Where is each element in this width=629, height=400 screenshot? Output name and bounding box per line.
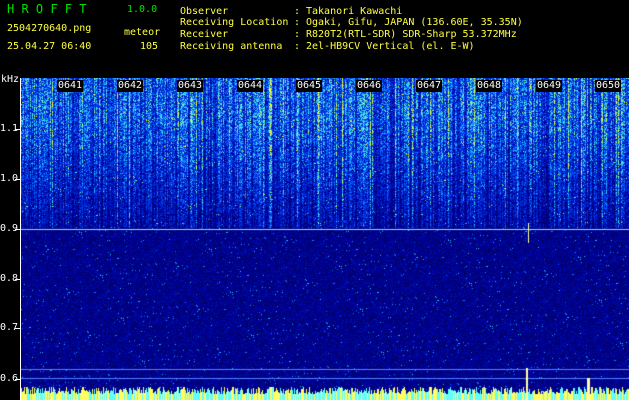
app-version: 1.0.0	[127, 4, 158, 15]
detection-label: meteor	[124, 27, 161, 38]
spectrogram-plot	[21, 78, 629, 400]
app-name: H R O F F T	[7, 2, 87, 16]
x-tick-label: 0650	[595, 80, 622, 92]
x-tick-label: 0647	[416, 80, 443, 92]
x-tick-label: 0648	[476, 80, 503, 92]
info-value: 2el-HB9CV Vertical (el. E-W)	[306, 41, 475, 52]
info-key: Receiving Location	[180, 17, 289, 28]
detection-count: 105	[140, 41, 159, 52]
y-unit-label: kHz	[1, 74, 20, 85]
y-tick-mark	[15, 379, 21, 380]
x-tick-label: 0644	[237, 80, 264, 92]
y-tick-mark	[15, 129, 21, 130]
y-tick-mark	[15, 179, 21, 180]
file-datetime: 25.04.27 06:40	[7, 41, 92, 52]
y-tick-mark	[15, 328, 21, 329]
info-sep: :	[294, 41, 301, 52]
file-name: 2504270640.png	[7, 23, 92, 34]
x-tick-label: 0641	[57, 80, 84, 92]
x-tick-label: 0643	[177, 80, 204, 92]
info-sep: :	[294, 29, 301, 40]
x-tick-label: 0645	[296, 80, 323, 92]
x-tick-label: 0649	[536, 80, 563, 92]
y-tick-mark	[15, 229, 21, 230]
info-key: Receiver	[180, 29, 229, 40]
y-tick-mark	[15, 279, 21, 280]
info-value: R820T2(RTL-SDR) SDR-Sharp 53.372MHz	[306, 29, 517, 40]
info-key: Receiving antenna	[180, 41, 283, 52]
x-tick-label: 0642	[117, 80, 144, 92]
y-axis-line	[20, 78, 21, 400]
info-sep: :	[294, 17, 301, 28]
info-value: Ogaki, Gifu, JAPAN (136.60E, 35.35N)	[306, 17, 523, 28]
x-tick-label: 0646	[356, 80, 383, 92]
